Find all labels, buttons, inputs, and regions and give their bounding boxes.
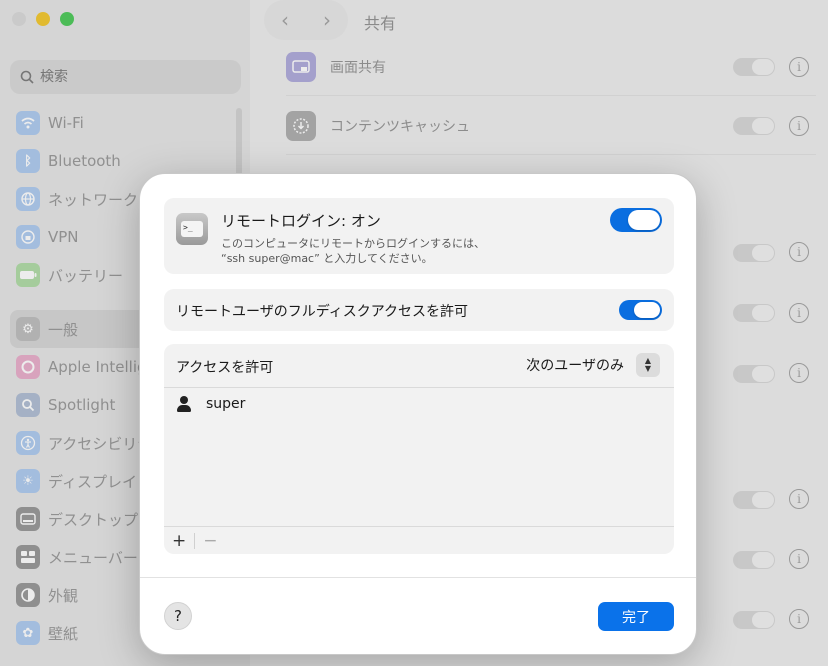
chevron-up-down-icon: ▲ ▼ (636, 353, 660, 377)
user-name: super (206, 396, 246, 412)
user-list: super (164, 388, 674, 526)
remove-user-button[interactable]: − (203, 531, 217, 551)
remote-login-card: >_ リモートログイン: オン このコンピュータにリモートからログインするには、… (164, 198, 674, 274)
list-toolbar: + − (164, 526, 674, 554)
person-icon (176, 396, 192, 412)
allow-access-header: アクセスを許可 次のユーザのみ ▲ ▼ (164, 344, 674, 388)
help-button[interactable]: ? (164, 602, 192, 630)
remote-login-toggle[interactable] (610, 208, 662, 232)
full-disk-access-card: リモートユーザのフルディスクアクセスを許可 (164, 289, 674, 331)
done-button[interactable]: 完了 (598, 602, 674, 631)
allow-access-title: アクセスを許可 (176, 360, 274, 376)
list-item[interactable]: super (176, 396, 245, 412)
full-disk-access-label: リモートユーザのフルディスクアクセスを許可 (176, 304, 469, 320)
toolbar-divider (194, 532, 196, 549)
remote-login-sheet: >_ リモートログイン: オン このコンピュータにリモートからログインするには、… (139, 173, 697, 655)
description-line: このコンピュータにリモートからログインするには、 (221, 237, 485, 250)
allow-access-value: 次のユーザのみ (526, 358, 624, 374)
description-line: “ssh super@mac” と入力してください。 (221, 252, 433, 265)
full-disk-access-toggle[interactable] (619, 300, 662, 320)
add-user-button[interactable]: + (172, 531, 186, 551)
allow-access-popup[interactable]: 次のユーザのみ ▲ ▼ (526, 353, 660, 377)
remote-login-description: このコンピュータにリモートからログインするには、 “ssh super@mac”… (221, 236, 485, 266)
sheet-divider (140, 577, 696, 578)
terminal-icon: >_ (176, 213, 208, 245)
allow-access-card: アクセスを許可 次のユーザのみ ▲ ▼ super + − (164, 344, 674, 554)
remote-login-title: リモートログイン: オン (221, 212, 381, 230)
